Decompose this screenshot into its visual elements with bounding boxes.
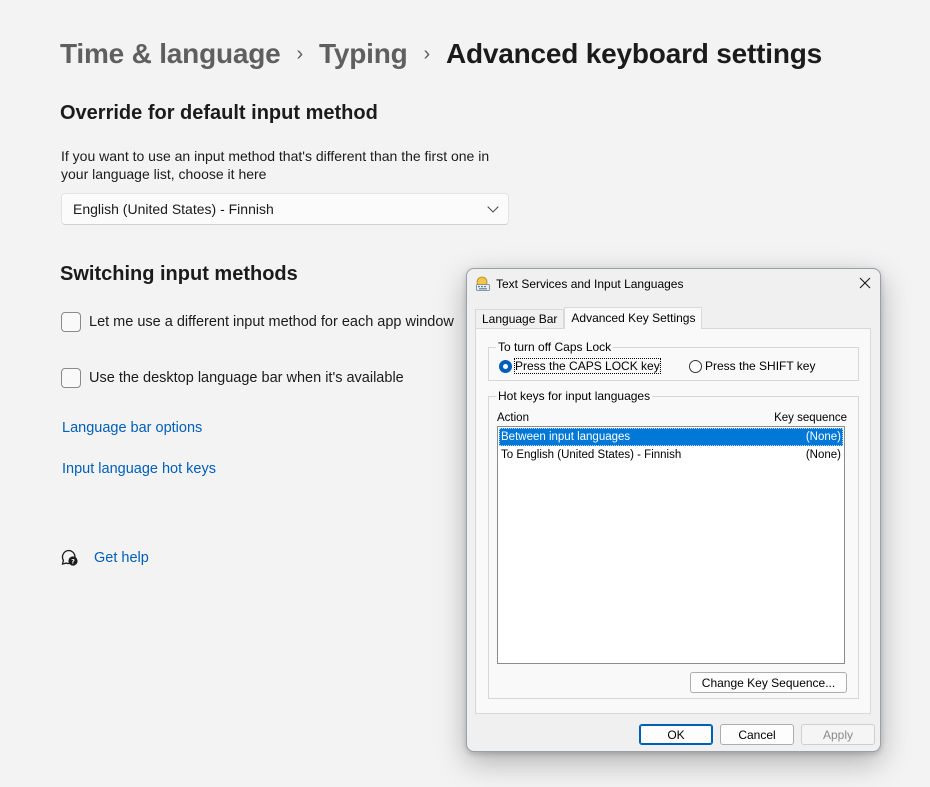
- language-bar-options-link[interactable]: Language bar options: [62, 420, 202, 436]
- chevron-down-icon: [487, 201, 499, 213]
- per-app-input-method-checkbox-row[interactable]: Let me use a different input method for …: [61, 312, 454, 332]
- breadcrumb: Time & language › Typing › Advanced keyb…: [60, 38, 822, 70]
- text-services-dialog: Text Services and Input Languages Langua…: [466, 268, 881, 752]
- hot-keys-list-header: Action Key sequence: [497, 412, 847, 424]
- tab-language-bar[interactable]: Language Bar: [475, 309, 565, 329]
- hot-keys-list[interactable]: Between input languages (None) To Englis…: [497, 426, 845, 664]
- caps-lock-group: To turn off Caps Lock Press the CAPS LOC…: [488, 340, 859, 381]
- change-key-sequence-button[interactable]: Change Key Sequence...: [690, 672, 847, 693]
- input-language-hot-keys-link[interactable]: Input language hot keys: [62, 461, 216, 477]
- checkbox-label: Let me use a different input method for …: [89, 314, 454, 330]
- svg-text:?: ?: [71, 557, 75, 565]
- caps-lock-legend: To turn off Caps Lock: [496, 340, 614, 354]
- tab-advanced-key-settings[interactable]: Advanced Key Settings: [564, 307, 703, 329]
- caps-lock-radio[interactable]: [499, 359, 512, 373]
- per-app-input-method-checkbox[interactable]: [61, 312, 81, 332]
- column-key-sequence: Key sequence: [774, 412, 847, 424]
- ok-button[interactable]: OK: [639, 724, 713, 745]
- hot-keys-legend: Hot keys for input languages: [496, 389, 653, 403]
- keyboard-globe-icon: [476, 276, 490, 291]
- list-item-action: To English (United States) - Finnish: [501, 449, 682, 461]
- close-icon[interactable]: [858, 276, 872, 290]
- override-description: If you want to use an input method that'…: [61, 148, 490, 182]
- desktop-language-bar-checkbox[interactable]: [61, 368, 81, 388]
- desktop-language-bar-checkbox-row[interactable]: Use the desktop language bar when it's a…: [61, 368, 404, 388]
- dropdown-value: English (United States) - Finnish: [73, 201, 274, 217]
- list-item-action: Between input languages: [501, 431, 631, 443]
- dialog-title: Text Services and Input Languages: [496, 277, 684, 291]
- list-item-key: (None): [805, 449, 841, 461]
- dialog-title-bar[interactable]: Text Services and Input Languages: [467, 269, 880, 299]
- caps-lock-radio-label: Press the CAPS LOCK key: [514, 358, 661, 374]
- shift-key-radio-label: Press the SHIFT key: [705, 359, 816, 373]
- shift-key-radio[interactable]: [689, 359, 702, 373]
- get-help-link[interactable]: ? Get help: [60, 548, 149, 568]
- breadcrumb-time-language[interactable]: Time & language: [60, 38, 281, 70]
- help-chat-icon: ?: [61, 549, 78, 566]
- shift-key-option[interactable]: Press the SHIFT key: [689, 359, 815, 373]
- cancel-button[interactable]: Cancel: [720, 724, 794, 745]
- caps-lock-key-option[interactable]: Press the CAPS LOCK key: [499, 358, 661, 374]
- checkbox-label: Use the desktop language bar when it's a…: [89, 370, 404, 386]
- column-action: Action: [497, 412, 529, 424]
- list-item[interactable]: To English (United States) - Finnish (No…: [499, 446, 843, 464]
- breadcrumb-typing[interactable]: Typing: [319, 38, 408, 70]
- chevron-right-icon: ›: [423, 42, 431, 65]
- chevron-right-icon: ›: [296, 42, 304, 65]
- hot-keys-group: Hot keys for input languages Action Key …: [488, 389, 859, 699]
- page-title: Advanced keyboard settings: [445, 38, 823, 69]
- override-section-title: Override for default input method: [60, 102, 378, 124]
- switching-section-title: Switching input methods: [60, 263, 298, 285]
- list-item-key: (None): [805, 431, 841, 443]
- advanced-key-settings-panel: To turn off Caps Lock Press the CAPS LOC…: [475, 328, 871, 714]
- default-input-method-dropdown[interactable]: English (United States) - Finnish: [61, 193, 509, 225]
- get-help-label: Get help: [94, 550, 149, 566]
- apply-button[interactable]: Apply: [801, 724, 875, 745]
- dialog-tabs: Language Bar Advanced Key Settings: [475, 307, 703, 329]
- list-item[interactable]: Between input languages (None): [499, 428, 843, 446]
